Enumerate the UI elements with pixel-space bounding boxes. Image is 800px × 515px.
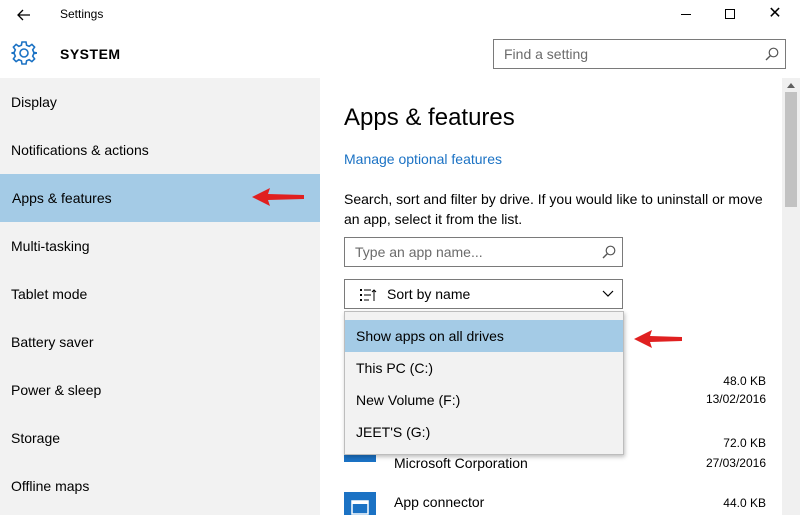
sidebar-item-display[interactable]: Display	[0, 78, 320, 126]
dropdown-option-label: JEET'S (G:)	[356, 424, 431, 440]
sidebar-item-tablet-mode[interactable]: Tablet mode	[0, 270, 320, 318]
app-publisher: Microsoft Corporation	[394, 455, 528, 471]
sidebar-item-label: Storage	[11, 430, 61, 446]
dropdown-option-this-pc[interactable]: This PC (C:)	[345, 352, 623, 384]
sidebar-item-label: Offline maps	[11, 478, 90, 494]
sort-dropdown[interactable]: Sort by name	[344, 279, 623, 309]
dropdown-option-label: This PC (C:)	[356, 360, 433, 376]
sort-icon	[360, 289, 377, 301]
page-title: Apps & features	[344, 104, 515, 131]
maximize-button[interactable]	[718, 4, 742, 24]
list-item[interactable]: App connector 44.0 KB	[344, 490, 774, 515]
find-setting-input[interactable]: Find a setting	[493, 39, 786, 69]
sidebar-item-multitasking[interactable]: Multi-tasking	[0, 222, 320, 270]
dropdown-option-label: New Volume (F:)	[356, 392, 461, 408]
app-search-placeholder: Type an app name...	[355, 244, 483, 260]
sort-label: Sort by name	[387, 286, 471, 302]
maximize-icon	[725, 9, 735, 19]
app-date: 27/03/2016	[705, 456, 766, 470]
annotation-arrow-icon	[252, 188, 304, 206]
app-name: App connector	[394, 494, 485, 510]
scrollbar[interactable]	[782, 78, 800, 515]
scroll-thumb[interactable]	[785, 92, 797, 207]
search-placeholder: Find a setting	[504, 46, 589, 62]
gear-icon	[11, 41, 37, 65]
sidebar-item-label: Tablet mode	[11, 286, 88, 302]
back-button[interactable]	[14, 5, 34, 25]
title-bar: Settings ✕	[0, 0, 800, 30]
app-size: 48.0 KB	[723, 374, 766, 388]
drive-dropdown-menu: Show apps on all drives This PC (C:) New…	[344, 311, 624, 455]
search-icon[interactable]	[765, 47, 779, 61]
close-button[interactable]: ✕	[763, 4, 787, 24]
search-icon[interactable]	[602, 245, 616, 259]
back-arrow-icon	[17, 9, 30, 21]
close-icon: ✕	[768, 5, 782, 22]
annotation-arrow-icon	[634, 330, 682, 348]
window-title: Settings	[60, 7, 104, 21]
sidebar-item-label: Apps & features	[12, 190, 112, 206]
minimize-button[interactable]	[674, 4, 698, 24]
dropdown-option-new-volume[interactable]: New Volume (F:)	[345, 384, 623, 416]
chevron-down-icon	[602, 290, 614, 297]
app-size: 72.0 KB	[723, 436, 766, 450]
sidebar: Display Notifications & actions Apps & f…	[0, 78, 320, 515]
sidebar-item-label: Notifications & actions	[11, 142, 149, 158]
minimize-icon	[681, 13, 691, 15]
description-text: Search, sort and filter by drive. If you…	[344, 191, 763, 227]
app-date: 13/02/2016	[705, 392, 766, 406]
section-title: SYSTEM	[60, 46, 121, 62]
sidebar-item-battery-saver[interactable]: Battery saver	[0, 318, 320, 366]
sidebar-item-storage[interactable]: Storage	[0, 414, 320, 462]
app-search-input[interactable]: Type an app name...	[344, 237, 623, 267]
page-header: SYSTEM Find a setting	[0, 30, 800, 78]
manage-optional-features-link[interactable]: Manage optional features	[344, 151, 502, 167]
sidebar-item-label: Battery saver	[11, 334, 94, 350]
dropdown-option-all-drives[interactable]: Show apps on all drives	[345, 320, 623, 352]
sidebar-item-power-sleep[interactable]: Power & sleep	[0, 366, 320, 414]
sidebar-item-label: Display	[11, 94, 57, 110]
dropdown-option-label: Show apps on all drives	[356, 328, 504, 344]
sidebar-item-offline-maps[interactable]: Offline maps	[0, 462, 320, 510]
sidebar-item-notifications[interactable]: Notifications & actions	[0, 126, 320, 174]
sidebar-item-label: Power & sleep	[11, 382, 102, 398]
app-size: 44.0 KB	[723, 496, 766, 510]
sidebar-item-label: Multi-tasking	[11, 238, 90, 254]
scroll-up-icon[interactable]	[787, 82, 795, 88]
app-connector-icon	[344, 492, 376, 515]
dropdown-option-jeets[interactable]: JEET'S (G:)	[345, 416, 623, 448]
